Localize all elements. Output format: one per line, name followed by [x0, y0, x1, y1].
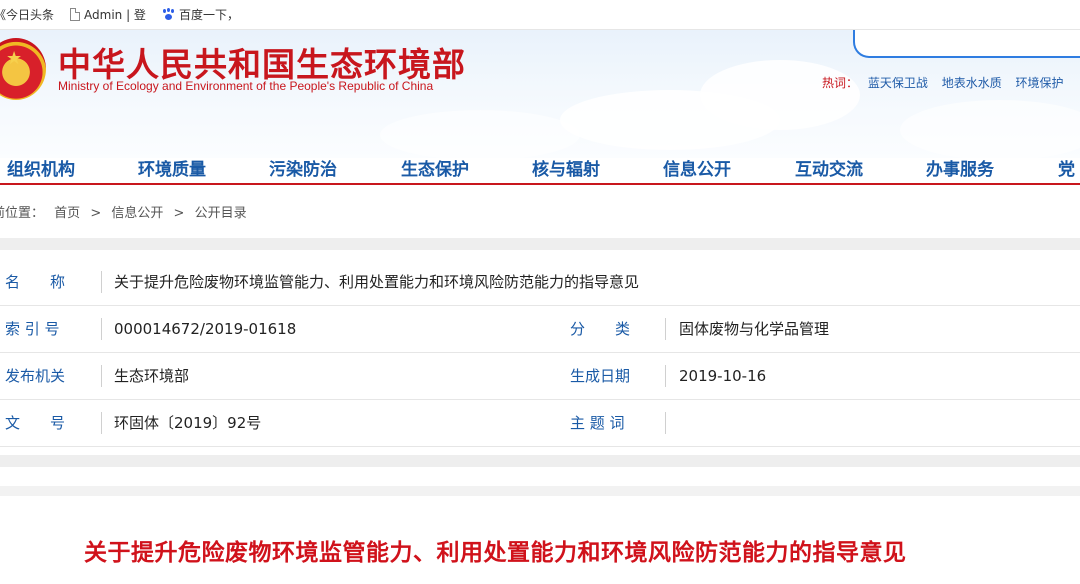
hot-keywords: 热词： 蓝天保卫战 地表水水质 环境保护 — [822, 74, 1074, 91]
bookmark-admin[interactable]: Admin | 登 — [70, 6, 146, 23]
breadcrumb-info-disclosure[interactable]: 信息公开 — [111, 206, 163, 221]
info-value-index: 000014672/2019-01618 — [114, 320, 297, 338]
bookmarks-bar: 《今日头条 Admin | 登 百度一下， — [0, 0, 1080, 30]
nav-item-pollution-control[interactable]: 污染防治 — [269, 155, 337, 180]
cloud-decoration — [900, 100, 1080, 158]
breadcrumb-home[interactable]: 首页 — [54, 206, 80, 221]
breadcrumb-separator: > — [90, 206, 102, 221]
info-row-name: 名 称 关于提升危险废物环境监管能力、利用处置能力和环境风险防范能力的指导意见 — [0, 259, 1080, 306]
bookmark-label: 百度一下， — [178, 8, 239, 22]
nav-item-organization[interactable]: 组织机构 — [7, 155, 75, 180]
national-emblem-icon — [0, 38, 46, 100]
info-value-doc-number: 环固体〔2019〕92号 — [114, 414, 262, 432]
baidu-paw-icon — [162, 8, 175, 21]
divider — [101, 365, 102, 387]
site-header: 中华人民共和国生态环境部 Ministry of Ecology and Env… — [0, 30, 1080, 158]
bookmark-label: 《今日头条 — [0, 8, 55, 22]
divider — [101, 318, 102, 340]
nav-item-party[interactable]: 党 — [1058, 155, 1075, 180]
search-input[interactable] — [853, 30, 1080, 58]
bookmark-toutiao[interactable]: 《今日头条 — [0, 6, 54, 23]
breadcrumb: 前位置： 首页 > 信息公开 > 公开目录 — [0, 202, 253, 221]
divider — [665, 365, 666, 387]
info-row-doc-number: 文 号 环固体〔2019〕92号 主 题 词 — [0, 400, 1080, 447]
section-divider — [0, 455, 1080, 467]
divider — [101, 412, 102, 434]
info-value-publisher: 生态环境部 — [114, 367, 190, 385]
nav-item-information-disclosure[interactable]: 信息公开 — [663, 155, 731, 180]
info-row-index: 索 引 号 000014672/2019-01618 分 类 固体废物与化学品管… — [0, 306, 1080, 353]
info-label-name: 名 称 — [5, 273, 66, 291]
section-divider — [0, 486, 1080, 496]
divider — [665, 412, 666, 434]
nav-item-nuclear-radiation[interactable]: 核与辐射 — [532, 155, 600, 180]
info-label-doc-number: 文 号 — [5, 414, 66, 432]
divider — [665, 318, 666, 340]
breadcrumb-separator: > — [173, 206, 185, 221]
document-icon — [70, 8, 81, 21]
info-label-publisher: 发布机关 — [5, 367, 66, 385]
nav-item-interaction[interactable]: 互动交流 — [795, 155, 863, 180]
nav-item-services[interactable]: 办事服务 — [926, 155, 994, 180]
nav-item-environment-quality[interactable]: 环境质量 — [138, 155, 206, 180]
info-value-date: 2019-10-16 — [679, 367, 767, 385]
info-row-publisher: 发布机关 生态环境部 生成日期 2019-10-16 — [0, 353, 1080, 400]
article-title: 关于提升危险废物环境监管能力、利用处置能力和环境风险防范能力的指导意见 — [84, 540, 907, 566]
info-label-index: 索 引 号 — [5, 320, 60, 338]
breadcrumb-prefix: 前位置： — [0, 206, 45, 221]
nav-item-ecological-protection[interactable]: 生态保护 — [401, 155, 469, 180]
section-divider — [0, 238, 1080, 250]
info-label-category: 分 类 — [570, 320, 631, 338]
document-info-table: 名 称 关于提升危险废物环境监管能力、利用处置能力和环境风险防范能力的指导意见 … — [0, 259, 1080, 447]
info-label-subject: 主 题 词 — [570, 414, 625, 432]
breadcrumb-catalog[interactable]: 公开目录 — [195, 206, 247, 221]
site-subtitle: Ministry of Ecology and Environment of t… — [58, 79, 434, 93]
hot-label: 热词： — [822, 76, 859, 90]
info-label-date: 生成日期 — [570, 367, 631, 385]
info-value-category: 固体废物与化学品管理 — [679, 320, 830, 338]
hot-keyword-link[interactable]: 环境保护 — [1016, 76, 1064, 90]
divider — [101, 271, 102, 293]
cloud-decoration — [700, 60, 860, 130]
hot-keyword-link[interactable]: 地表水水质 — [942, 76, 1002, 90]
cloud-decoration — [380, 110, 580, 158]
hot-keyword-link[interactable]: 蓝天保卫战 — [868, 76, 928, 90]
main-nav: 组织机构 环境质量 污染防治 生态保护 核与辐射 信息公开 互动交流 办事服务 … — [0, 155, 1080, 185]
bookmark-baidu[interactable]: 百度一下， — [162, 6, 239, 23]
info-value-name: 关于提升危险废物环境监管能力、利用处置能力和环境风险防范能力的指导意见 — [114, 273, 640, 291]
bookmark-label: Admin | 登 — [84, 8, 146, 22]
